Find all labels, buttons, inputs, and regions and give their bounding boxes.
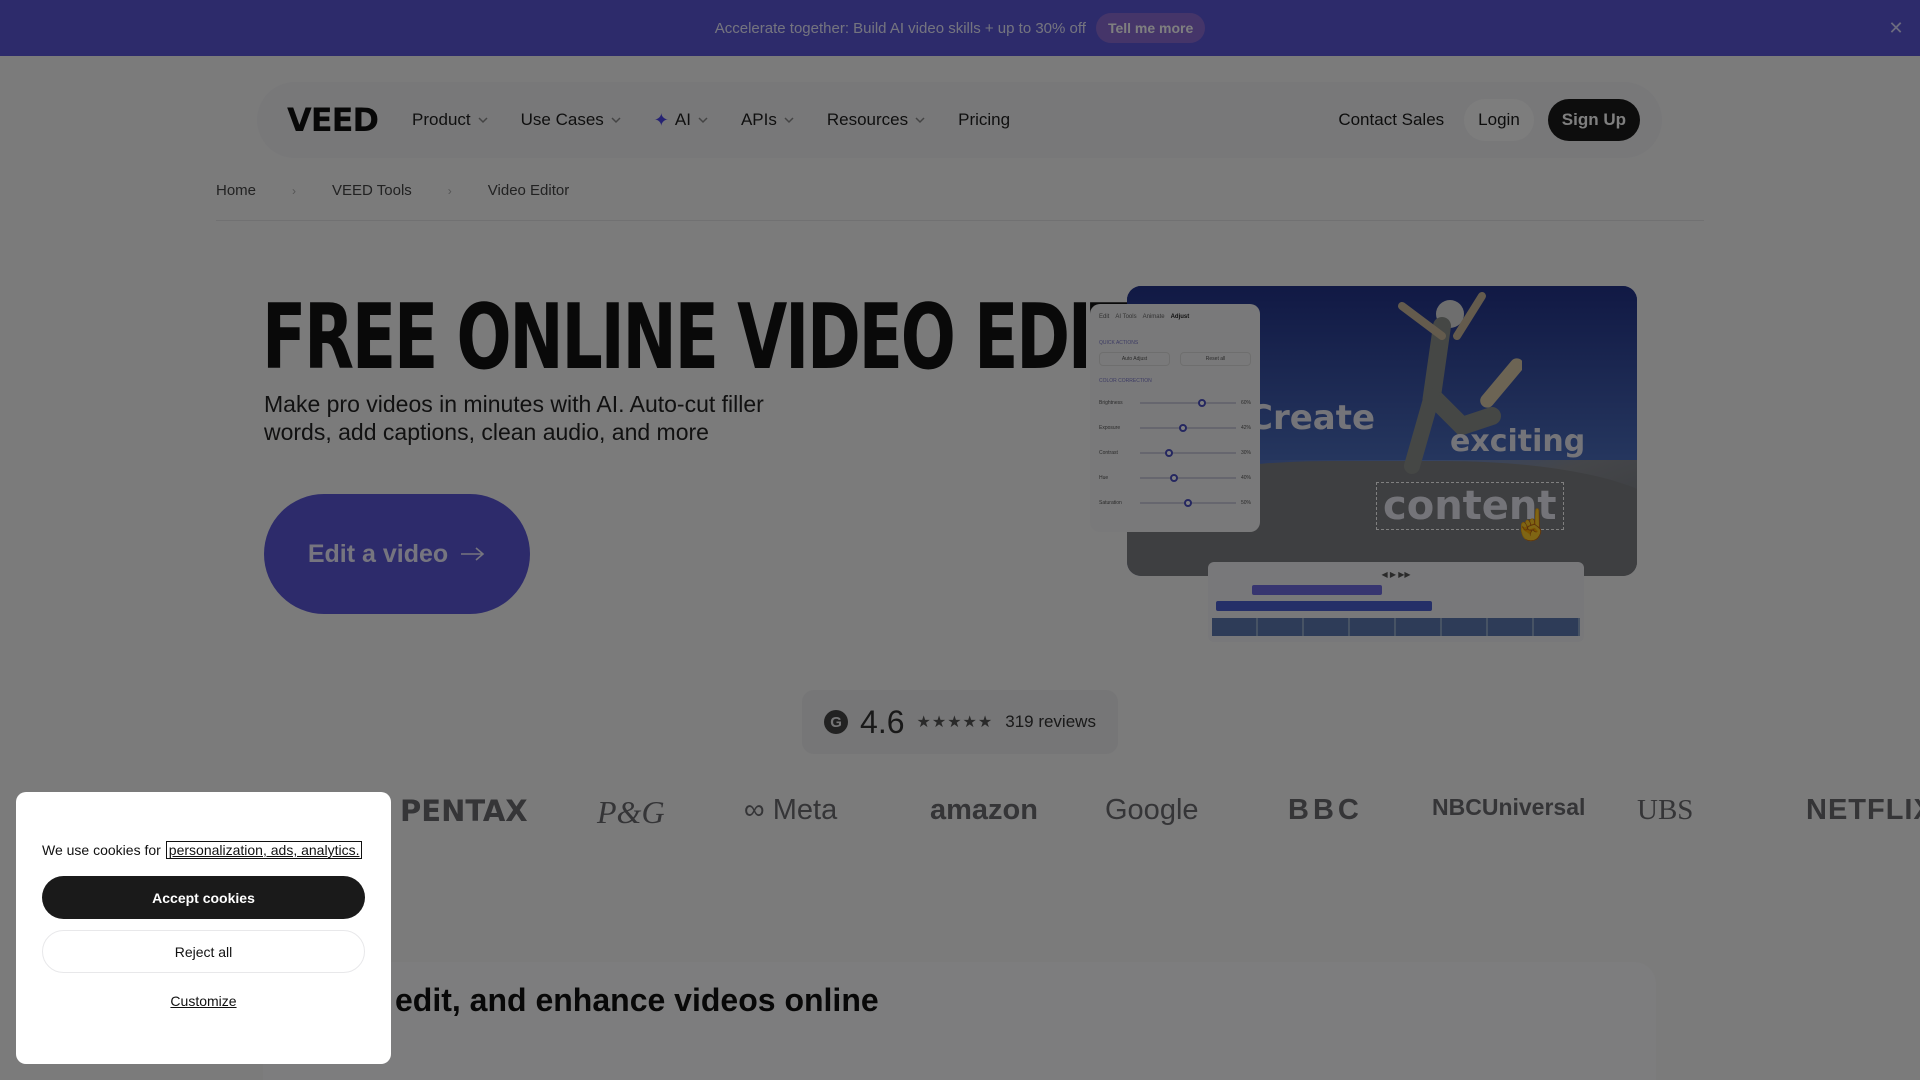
reject-all-button[interactable]: Reject all [42,930,365,973]
accept-cookies-button[interactable]: Accept cookies [42,876,365,919]
cookie-policy-link[interactable]: personalization, ads, analytics. [165,841,363,859]
cookie-dialog: We use cookies for personalization, ads,… [16,792,391,1064]
cookie-text: We use cookies for [42,842,161,858]
customize-link[interactable]: Customize [42,993,365,1009]
cookie-message: We use cookies for personalization, ads,… [42,841,365,859]
